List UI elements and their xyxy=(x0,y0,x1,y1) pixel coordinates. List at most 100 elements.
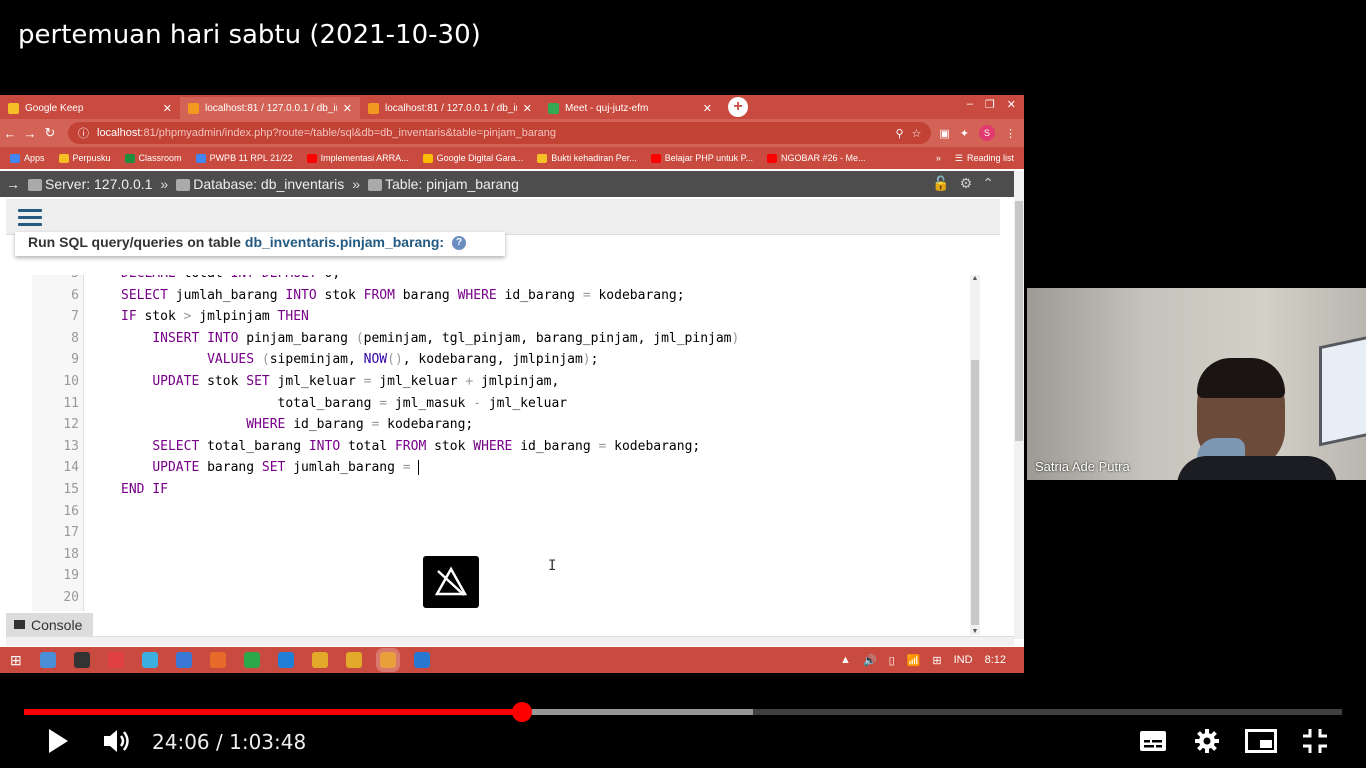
taskbar-app-icon xyxy=(277,652,294,668)
tab-favicon-icon xyxy=(368,102,379,114)
windows-start-icon: ⊞ xyxy=(10,651,22,668)
bookmark-icon xyxy=(10,153,20,163)
bookmark-icon xyxy=(58,153,69,163)
bookmark-item: Perpusku xyxy=(58,153,111,163)
line-number: 17 xyxy=(63,525,79,541)
scrubber-handle[interactable] xyxy=(512,702,533,722)
code-text: INSERT INTO pinjam_barang (peminjam, tgl… xyxy=(152,330,740,346)
tab-label: Meet - quj-jutz-efm xyxy=(565,102,649,114)
scrollbar-thumb xyxy=(971,360,979,625)
code-text: DECLARE total INT DEFAULT 0; xyxy=(121,275,340,284)
line-number: 6 xyxy=(71,287,79,303)
line-number: 19 xyxy=(63,568,79,584)
collapse-icon: ⌃ xyxy=(982,175,994,191)
code-line: 5 DECLARE total INT DEFAULT 0; xyxy=(32,275,968,284)
code-text: UPDATE barang SET jumlah_barang = xyxy=(121,457,420,478)
tray-icon: ▯ xyxy=(888,654,895,667)
tray-icon: ⊞ xyxy=(932,654,942,667)
arrow-icon: → xyxy=(6,176,20,192)
breadcrumb-sep: » xyxy=(160,176,169,192)
miniplayer-button[interactable] xyxy=(1244,723,1278,759)
browser-tab: localhost:81 / 127.0.0.1 / db_inve ✕ xyxy=(360,97,540,119)
taskbar-app-icon xyxy=(141,652,158,668)
line-number: 13 xyxy=(63,438,79,454)
line-number: 12 xyxy=(63,417,79,433)
taskbar-app-icon xyxy=(375,648,400,672)
tab-favicon-icon xyxy=(8,102,19,114)
new-tab-icon: + xyxy=(728,97,748,117)
volume-button[interactable] xyxy=(100,723,136,759)
horizontal-scrollbar xyxy=(6,636,1014,646)
bookmark-icon xyxy=(766,153,777,163)
bookmark-item: Google Digital Gara... xyxy=(422,153,523,163)
console-tab: Console xyxy=(6,613,93,636)
bookmark-item: Belajar PHP untuk P... xyxy=(650,153,753,163)
bookmark-icon xyxy=(537,153,548,163)
breadcrumb-table: Table: pinjam_barang xyxy=(368,176,519,192)
code-line: 12 WHERE id_barang = kodebarang; xyxy=(32,414,968,435)
gear-icon: ⚙ xyxy=(959,175,973,191)
played-bar xyxy=(24,709,523,715)
code-line: 9 VALUES (sipeminjam, NOW(), kodebarang,… xyxy=(32,349,968,370)
bookmark-icon xyxy=(306,153,317,163)
taskbar-app-icon xyxy=(39,652,56,668)
line-number: 9 xyxy=(71,352,79,368)
code-line: 16 xyxy=(32,501,968,522)
code-line: 6 SELECT jumlah_barang INTO stok FROM bar… xyxy=(32,285,968,306)
line-number: 14 xyxy=(63,460,79,476)
bookmark-item: Classroom xyxy=(124,153,182,163)
forward-icon: → xyxy=(23,125,37,141)
code-text: VALUES (sipeminjam, NOW(), kodebarang, j… xyxy=(207,352,599,368)
code-text: SELECT jumlah_barang INTO stok FROM bara… xyxy=(121,287,685,303)
address-bar-row: ← → ↻ ⓘ localhost:81/phpmyadmin/index.ph… xyxy=(0,119,1024,147)
bookmark-item: PWPB 11 RPL 21/22 xyxy=(195,153,293,163)
table-icon xyxy=(368,179,382,192)
reading-list: ☰ Reading list xyxy=(954,152,1014,164)
play-button[interactable] xyxy=(40,723,76,759)
bookmark-item: Implementasi ARRA... xyxy=(306,153,409,163)
extension-new-icon: ▣ xyxy=(939,127,950,140)
zoom-icon: ⚲ xyxy=(895,127,904,140)
bookmarks-bar: Apps Perpusku Classroom PWPB 11 RPL 21/22 Im… xyxy=(0,147,1024,169)
lock-icon: 🔓 xyxy=(932,175,950,191)
sql-query-title: Run SQL query/queries on table db_invent… xyxy=(15,232,505,256)
video-player[interactable]: pertemuan hari sabtu (2021-10-30) Google… xyxy=(0,0,1366,768)
kebab-menu-icon: ⋮ xyxy=(1005,127,1016,140)
subtitles-button[interactable] xyxy=(1136,723,1170,759)
exit-fullscreen-button[interactable] xyxy=(1298,723,1332,759)
code-line: 8 INSERT INTO pinjam_barang (peminjam, t… xyxy=(32,328,968,349)
taskbar-app-icon xyxy=(413,652,430,668)
participant-tile: Satria Ade Putra xyxy=(1027,288,1366,480)
line-number: 16 xyxy=(63,503,79,519)
tab-close-icon: ✕ xyxy=(702,102,712,115)
taskbar-clock: 8:12 xyxy=(984,654,1006,666)
watermark-logo-icon xyxy=(423,556,479,608)
reading-list-icon: ☰ xyxy=(954,152,963,163)
tab-favicon-icon xyxy=(188,102,199,114)
editor-scrollbar: ▲ ▼ xyxy=(970,275,980,635)
database-icon xyxy=(176,179,191,192)
screen-share: Google Keep ✕ localhost:81 / 127.0.0.1 / d… xyxy=(0,95,1024,673)
code-text: total_barang = jml_masuk - jml_keluar xyxy=(121,395,568,411)
reload-icon: ↻ xyxy=(44,125,56,140)
line-number: 20 xyxy=(63,590,79,605)
code-text: END IF xyxy=(121,482,168,497)
close-icon: ✕ xyxy=(1006,99,1016,111)
text-cursor-icon: I xyxy=(548,558,557,574)
scroll-down-icon: ▼ xyxy=(971,628,979,635)
taskbar-app-icon xyxy=(73,652,90,668)
bookmark-item: NGOBAR #26 - Me... xyxy=(766,153,866,163)
bookmark-icon xyxy=(422,153,433,163)
tray-icon: ▲ xyxy=(840,654,851,666)
address-bar: ⓘ localhost:81/phpmyadmin/index.php?rout… xyxy=(68,122,932,144)
tray-icon: 🔊 xyxy=(862,654,877,667)
video-title: pertemuan hari sabtu (2021-10-30) xyxy=(18,20,481,50)
settings-button[interactable] xyxy=(1190,723,1224,759)
taskbar-app-icon xyxy=(243,652,260,668)
line-number: 10 xyxy=(63,374,79,389)
tab-label: localhost:81 / 127.0.0.1 / db_inve xyxy=(205,102,337,114)
progress-bar[interactable] xyxy=(24,709,1342,715)
minimize-icon: – xyxy=(966,98,973,110)
code-line: 19 xyxy=(32,565,968,586)
scroll-up-icon: ▲ xyxy=(971,275,979,282)
